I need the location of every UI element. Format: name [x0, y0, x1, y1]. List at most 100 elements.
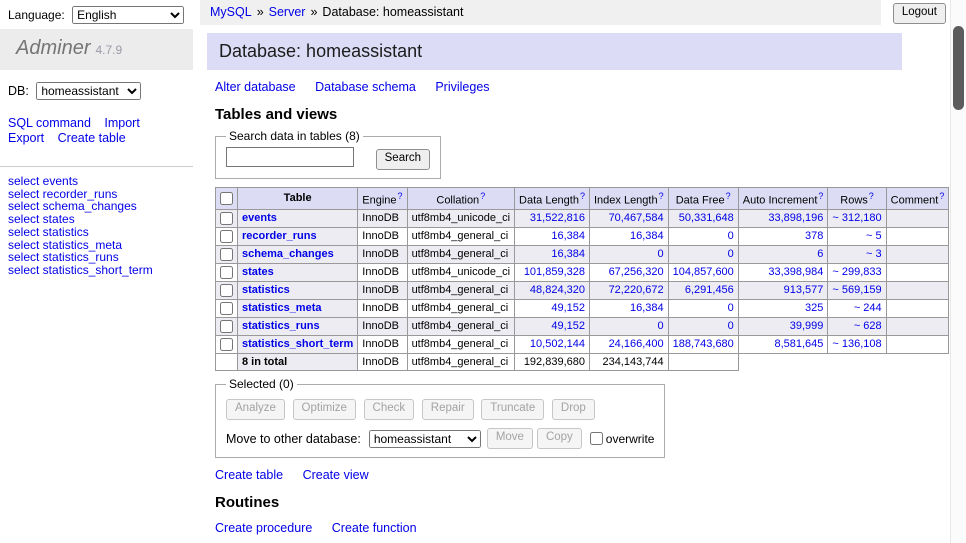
- table-name-link[interactable]: statistics_short_term: [242, 338, 353, 350]
- analyze-button[interactable]: Analyze: [226, 399, 285, 420]
- rows-count-link[interactable]: ~ 3: [866, 248, 882, 260]
- optimize-button[interactable]: Optimize: [293, 399, 356, 420]
- create-function-link[interactable]: Create function: [332, 521, 417, 535]
- data-length-link[interactable]: 16,384: [551, 248, 585, 260]
- sidebar-item-select-statistics-short-term[interactable]: select statistics_short_term: [8, 264, 185, 277]
- search-button[interactable]: Search: [376, 149, 430, 170]
- auto-increment-link[interactable]: 39,999: [790, 320, 824, 332]
- index-length-link[interactable]: 72,220,672: [609, 284, 664, 296]
- table-name-link[interactable]: states: [242, 266, 274, 278]
- overwrite-checkbox[interactable]: [590, 432, 603, 445]
- data-length-link[interactable]: 48,824,320: [530, 284, 585, 296]
- privileges-link[interactable]: Privileges: [435, 80, 489, 94]
- sidebar-item-select-statistics[interactable]: select statistics: [8, 226, 185, 239]
- help-link[interactable]: ?: [659, 191, 664, 201]
- database-schema-link[interactable]: Database schema: [315, 80, 416, 94]
- move-button[interactable]: Move: [487, 428, 533, 449]
- table-name-link[interactable]: statistics_meta: [242, 302, 322, 314]
- data-length-link[interactable]: 16,384: [551, 230, 585, 242]
- data-length-link[interactable]: 49,152: [551, 302, 585, 314]
- sidebar-link-import[interactable]: Import: [104, 116, 139, 130]
- create-procedure-link[interactable]: Create procedure: [215, 521, 312, 535]
- overwrite-option[interactable]: overwrite: [590, 432, 655, 446]
- auto-increment-link[interactable]: 33,398,984: [768, 266, 823, 278]
- rows-count-link[interactable]: ~ 5: [866, 230, 882, 242]
- index-length-link[interactable]: 67,256,320: [609, 266, 664, 278]
- language-select[interactable]: English: [72, 6, 184, 24]
- alter-database-link[interactable]: Alter database: [215, 80, 296, 94]
- rows-count-link[interactable]: ~ 299,833: [832, 266, 881, 278]
- row-checkbox-recorder-runs[interactable]: [220, 230, 233, 243]
- help-link[interactable]: ?: [869, 191, 874, 201]
- app-name-link[interactable]: Adminer: [16, 37, 90, 59]
- check-button[interactable]: Check: [364, 399, 415, 420]
- table-name-link[interactable]: recorder_runs: [242, 230, 317, 242]
- breadcrumb-link-server[interactable]: Server: [269, 5, 306, 19]
- index-length-link[interactable]: 0: [658, 248, 664, 260]
- vertical-scrollbar[interactable]: [950, 0, 966, 543]
- data-length-link[interactable]: 31,522,816: [530, 212, 585, 224]
- index-length-link[interactable]: 0: [658, 320, 664, 332]
- index-length-link[interactable]: 16,384: [630, 230, 664, 242]
- auto-increment-link[interactable]: 378: [805, 230, 823, 242]
- data-free-link[interactable]: 188,743,680: [673, 338, 734, 350]
- logout-button[interactable]: Logout: [893, 3, 946, 24]
- table-name-link[interactable]: statistics_runs: [242, 320, 320, 332]
- data-free-link[interactable]: 6,291,456: [685, 284, 734, 296]
- truncate-button[interactable]: Truncate: [481, 399, 544, 420]
- row-checkbox-statistics[interactable]: [220, 284, 233, 297]
- auto-increment-link[interactable]: 8,581,645: [774, 338, 823, 350]
- db-select[interactable]: homeassistant: [36, 82, 141, 100]
- move-db-select[interactable]: homeassistant: [369, 430, 481, 448]
- rows-count-link[interactable]: ~ 628: [854, 320, 882, 332]
- data-free-link[interactable]: 0: [728, 230, 734, 242]
- table-name-link[interactable]: statistics: [242, 284, 290, 296]
- data-free-link[interactable]: 0: [728, 248, 734, 260]
- index-length-link[interactable]: 70,467,584: [609, 212, 664, 224]
- index-length-link[interactable]: 24,166,400: [609, 338, 664, 350]
- help-link[interactable]: ?: [480, 191, 485, 201]
- row-checkbox-statistics-runs[interactable]: [220, 320, 233, 333]
- data-length-link[interactable]: 10,502,144: [530, 338, 585, 350]
- help-link[interactable]: ?: [398, 191, 403, 201]
- select-all-checkbox[interactable]: [220, 192, 233, 205]
- row-checkbox-states[interactable]: [220, 266, 233, 279]
- sidebar-link-create-table[interactable]: Create table: [58, 131, 126, 145]
- row-checkbox-events[interactable]: [220, 212, 233, 225]
- scrollbar-thumb[interactable]: [953, 26, 964, 110]
- sidebar-link-export[interactable]: Export: [8, 131, 44, 145]
- search-input[interactable]: [226, 147, 354, 167]
- table-name-link[interactable]: events: [242, 212, 277, 224]
- auto-increment-link[interactable]: 913,577: [784, 284, 824, 296]
- data-free-link[interactable]: 50,331,648: [679, 212, 734, 224]
- sidebar-item-select-states[interactable]: select states: [8, 213, 185, 226]
- help-link[interactable]: ?: [726, 191, 731, 201]
- auto-increment-link[interactable]: 33,898,196: [768, 212, 823, 224]
- auto-increment-link[interactable]: 325: [805, 302, 823, 314]
- rows-count-link[interactable]: ~ 136,108: [832, 338, 881, 350]
- breadcrumb-link-mysql[interactable]: MySQL: [210, 5, 252, 19]
- drop-button[interactable]: Drop: [552, 399, 595, 420]
- rows-count-link[interactable]: ~ 244: [854, 302, 882, 314]
- data-free-link[interactable]: 104,857,600: [673, 266, 734, 278]
- create-view-link[interactable]: Create view: [303, 468, 369, 482]
- help-link[interactable]: ?: [580, 191, 585, 201]
- row-checkbox-statistics-short-term[interactable]: [220, 338, 233, 351]
- copy-button[interactable]: Copy: [537, 428, 582, 449]
- row-checkbox-schema-changes[interactable]: [220, 248, 233, 261]
- data-length-link[interactable]: 49,152: [551, 320, 585, 332]
- data-length-link[interactable]: 101,859,328: [524, 266, 585, 278]
- auto-increment-link[interactable]: 6: [817, 248, 823, 260]
- rows-count-link[interactable]: ~ 312,180: [832, 212, 881, 224]
- sidebar-item-select-events[interactable]: select events: [8, 175, 185, 188]
- help-link[interactable]: ?: [939, 191, 944, 201]
- index-length-link[interactable]: 16,384: [630, 302, 664, 314]
- data-free-link[interactable]: 0: [728, 320, 734, 332]
- row-checkbox-statistics-meta[interactable]: [220, 302, 233, 315]
- sidebar-link-sql-command[interactable]: SQL command: [8, 116, 91, 130]
- help-link[interactable]: ?: [818, 191, 823, 201]
- repair-button[interactable]: Repair: [422, 399, 474, 420]
- table-name-link[interactable]: schema_changes: [242, 248, 334, 260]
- data-free-link[interactable]: 0: [728, 302, 734, 314]
- rows-count-link[interactable]: ~ 569,159: [832, 284, 881, 296]
